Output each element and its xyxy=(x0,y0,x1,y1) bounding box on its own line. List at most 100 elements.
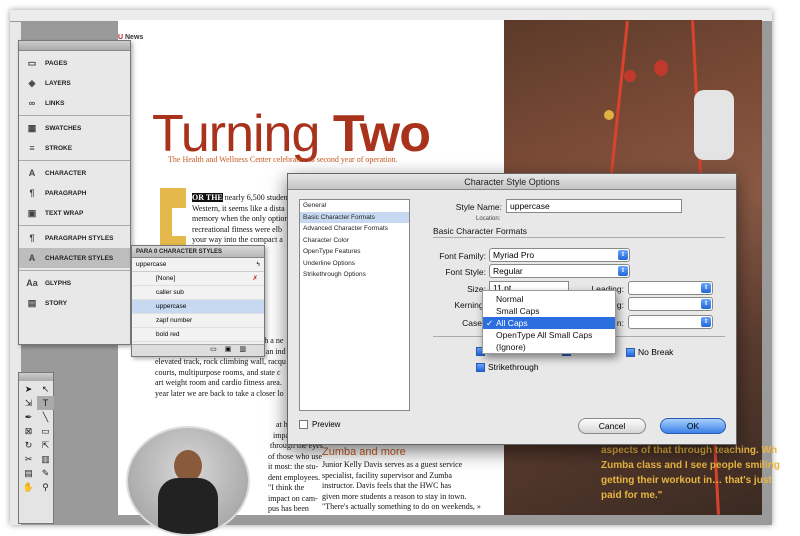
panel-item-text-wrap[interactable]: ▣ TEXT WRAP xyxy=(19,203,130,223)
style-name: bold red xyxy=(156,331,180,338)
text-line: paid for me." xyxy=(601,490,663,501)
position-select[interactable]: ⇕ xyxy=(628,315,713,329)
hand-tool-icon[interactable]: ✋ xyxy=(20,480,37,494)
panel-item-paragraph[interactable]: ¶ PARAGRAPH xyxy=(19,183,130,203)
character-style-item[interactable]: [None] ✗ xyxy=(132,272,264,286)
panel-item-glyphs[interactable]: Aa GLYPHS xyxy=(19,273,130,293)
rectangle-frame-tool-icon[interactable]: ⊠ xyxy=(20,424,37,438)
panel-dock-titlebar[interactable] xyxy=(19,41,130,51)
panel-item-pages[interactable]: ▭ PAGES xyxy=(19,53,130,73)
panel-item-label: SWATCHES xyxy=(45,124,82,132)
style-name-input[interactable]: uppercase xyxy=(506,199,682,213)
text-line: your way into the compact a xyxy=(192,235,283,244)
article-subtitle[interactable]: The Health and Wellness Center celebrate… xyxy=(168,155,398,164)
character-styles-tabs[interactable]: PARA 0 CHARACTER STYLES xyxy=(132,246,264,258)
page-tool-icon[interactable]: ⇲ xyxy=(20,396,37,410)
panel-group-2: ▦ SWATCHES ≡ STROKE xyxy=(19,116,130,161)
selection-tool-icon[interactable]: ➤ xyxy=(20,382,37,396)
panel-item-character-styles[interactable]: A CHARACTER STYLES xyxy=(19,248,130,268)
kerning-label: Kerning: xyxy=(454,300,486,310)
style-name-label: Style Name: xyxy=(455,202,502,212)
cancel-button[interactable]: Cancel xyxy=(578,418,646,434)
chevron-updown-icon: ⇕ xyxy=(618,250,628,260)
panel-item-stroke[interactable]: ≡ STROKE xyxy=(19,138,130,158)
stroke-icon: ≡ xyxy=(29,143,35,153)
leading-select[interactable]: ⇕ xyxy=(628,281,713,295)
new-style-icon[interactable]: ▣ xyxy=(225,346,240,353)
case-option-label: Normal xyxy=(496,294,524,304)
zoom-tool-icon[interactable]: ⚲ xyxy=(37,480,54,494)
panel-item-label: PARAGRAPH xyxy=(45,189,87,197)
character-style-list: [None] ✗ caller sub uppercase zapf number bol… xyxy=(132,272,264,342)
panel-item-story[interactable]: ▤ STORY xyxy=(19,293,130,313)
category-item[interactable]: Basic Character Formats xyxy=(300,211,409,223)
font-style-select[interactable]: Regular ⇕ xyxy=(489,264,630,278)
scissors-tool-icon[interactable]: ✂ xyxy=(20,452,37,466)
tools-panel: ➤ ↖ ⇲ T ✒ ╲ ⊠ ▭ ↻ ⇱ ✂ ▥ ▤ ✎ ✋ ⚲ xyxy=(18,372,54,524)
eyedropper-tool-icon[interactable]: ✎ xyxy=(37,466,54,480)
text-line: Zumba class and I see people smiling xyxy=(601,460,780,471)
panel-item-character[interactable]: A CHARACTER xyxy=(19,163,130,183)
category-item[interactable]: Strikethrough Options xyxy=(300,269,409,281)
note-tool-icon[interactable]: ▤ xyxy=(20,466,37,480)
character-style-item[interactable]: caller sub xyxy=(132,286,264,300)
character-style-item[interactable]: bold red xyxy=(132,328,264,342)
type-tool-icon[interactable]: T xyxy=(37,396,54,410)
case-option[interactable]: Small Caps xyxy=(483,305,615,317)
rectangle-tool-icon[interactable]: ▭ xyxy=(37,424,54,438)
body-text-1[interactable]: OR THE nearly 6,500 student Western, it s… xyxy=(192,193,290,246)
direct-selection-tool-icon[interactable]: ↖ xyxy=(37,382,54,396)
panel-item-label: PAGES xyxy=(45,59,68,67)
character-style-item[interactable]: zapf number xyxy=(132,314,264,328)
pages-icon: ▭ xyxy=(27,57,37,68)
current-style-label: uppercase ϟ xyxy=(132,258,264,272)
panel-item-paragraph-styles[interactable]: ¶ PARAGRAPH STYLES xyxy=(19,228,130,248)
no-break-checkbox[interactable]: No Break xyxy=(626,347,673,357)
text-wrap-icon: ▣ xyxy=(27,207,37,218)
panel-item-label: CHARACTER xyxy=(45,169,87,177)
case-option-label: OpenType All Small Caps xyxy=(496,330,593,340)
font-family-select[interactable]: Myriad Pro ⇕ xyxy=(489,248,630,262)
line-tool-icon[interactable]: ╲ xyxy=(37,410,54,424)
style-name: [None] xyxy=(156,275,176,282)
category-item[interactable]: General xyxy=(300,200,409,212)
text-run: nearly 6,500 student xyxy=(224,193,290,202)
case-option[interactable]: (Ignore) xyxy=(483,341,615,353)
gradient-tool-icon[interactable]: ▥ xyxy=(37,452,54,466)
body-text-4[interactable]: Junior Kelly Davis serves as a guest ser… xyxy=(322,460,481,513)
clear-override-icon[interactable]: ✗ xyxy=(253,272,258,286)
case-option[interactable]: Normal xyxy=(483,293,615,305)
character-styles-icon: A xyxy=(28,253,36,263)
panel-item-links[interactable]: ∞ LINKS xyxy=(19,93,130,113)
scale-tool-icon[interactable]: ⇱ xyxy=(37,438,54,452)
dialog-title[interactable]: Character Style Options xyxy=(288,174,736,190)
text-line: elevated track, rock climbing wall, racq… xyxy=(155,357,286,366)
trash-icon[interactable]: ▥ xyxy=(239,346,254,353)
rotate-tool-icon[interactable]: ↻ xyxy=(20,438,37,452)
new-group-icon[interactable]: ▭ xyxy=(210,346,225,353)
panel-item-swatches[interactable]: ▦ SWATCHES xyxy=(19,118,130,138)
case-option[interactable]: ✓ All Caps xyxy=(483,317,615,329)
ok-button[interactable]: OK xyxy=(660,418,726,434)
case-option[interactable]: OpenType All Small Caps xyxy=(483,329,615,341)
strikethrough-checkbox[interactable]: Strikethrough xyxy=(476,362,539,372)
tracking-select[interactable]: ⇕ xyxy=(628,297,713,311)
lightning-icon[interactable]: ϟ xyxy=(257,258,260,272)
category-item[interactable]: Character Color xyxy=(300,235,409,247)
category-item[interactable]: Advanced Character Formats xyxy=(300,223,409,235)
chevron-updown-icon: ⇕ xyxy=(701,299,711,309)
preview-checkbox[interactable]: Preview xyxy=(299,420,340,429)
chevron-updown-icon: ⇕ xyxy=(701,317,711,327)
zumba-heading[interactable]: Zumba and more xyxy=(322,446,406,458)
case-dropdown-menu: Normal Small Caps ✓ All Caps OpenType All Sm… xyxy=(482,290,616,354)
panel-item-label: STROKE xyxy=(45,144,73,152)
text-line: aspects of that through teaching. Wh xyxy=(601,445,778,456)
tools-titlebar[interactable] xyxy=(19,373,53,381)
panel-dock: ▭ PAGES ◈ LAYERS ∞ LINKS ▦ SWATCHES ≡ STROKE A CH… xyxy=(18,40,131,345)
character-style-item[interactable]: uppercase xyxy=(132,300,264,314)
panel-item-label: GLYPHS xyxy=(45,279,72,287)
pen-tool-icon[interactable]: ✒ xyxy=(20,410,37,424)
category-item[interactable]: Underline Options xyxy=(300,258,409,270)
category-item[interactable]: OpenType Features xyxy=(300,246,409,258)
panel-item-layers[interactable]: ◈ LAYERS xyxy=(19,73,130,93)
